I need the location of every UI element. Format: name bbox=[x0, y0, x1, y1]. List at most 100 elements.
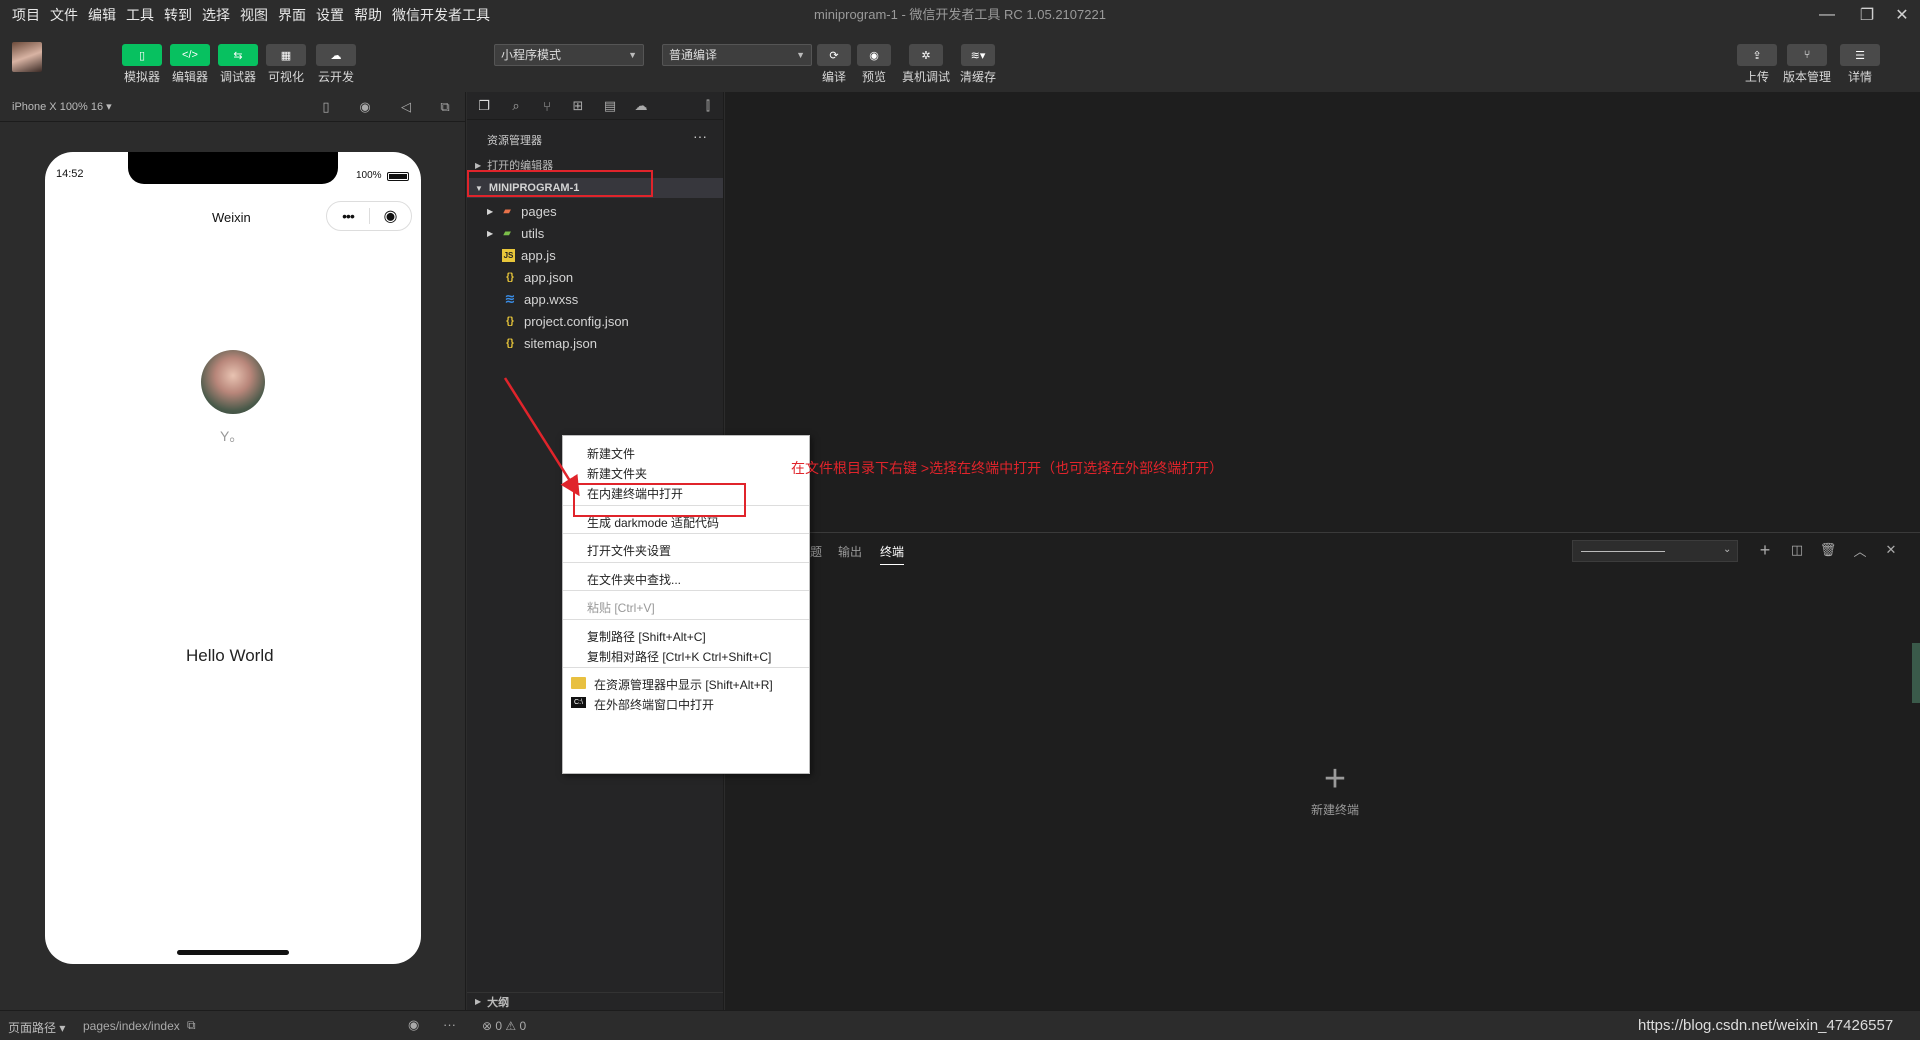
tree-file-appwxss[interactable]: ≋ app.wxss bbox=[467, 288, 723, 310]
annotation-arrow bbox=[503, 377, 580, 497]
menu-goto[interactable]: 转到 bbox=[159, 5, 197, 25]
cloud-label: 云开发 bbox=[317, 70, 354, 84]
tree-file-projectconfig[interactable]: {} project.config.json bbox=[467, 310, 723, 332]
phone-outline-icon[interactable]: ▯ bbox=[318, 98, 334, 116]
upload-button[interactable]: ⇪ 上传 bbox=[1733, 44, 1781, 85]
highlight-project-root bbox=[467, 170, 653, 197]
record-icon[interactable]: ◉ bbox=[357, 98, 373, 116]
phone-screen bbox=[45, 152, 421, 964]
chevron-right-icon: ▶ bbox=[475, 160, 482, 170]
menu-find-in-folder[interactable]: 在文件夹中查找... bbox=[587, 571, 681, 588]
clear-cache-label: 清缓存 bbox=[959, 70, 996, 84]
tree-file-sitemap[interactable]: {} sitemap.json bbox=[467, 332, 723, 354]
files-icon[interactable]: ❐ bbox=[475, 97, 493, 115]
tree-file-appjs[interactable]: JS app.js bbox=[467, 244, 723, 266]
device-select[interactable]: iPhone X 100% 16 ▾ bbox=[12, 100, 112, 113]
simulator-button[interactable]: ▯ 模拟器 bbox=[118, 44, 166, 85]
window-icon[interactable]: ⧉ bbox=[437, 98, 453, 116]
refresh-icon: ⟳ bbox=[817, 44, 851, 66]
menu-edit[interactable]: 编辑 bbox=[83, 5, 121, 25]
close-mini-icon[interactable]: ◉ bbox=[370, 206, 411, 226]
more-icon[interactable]: ··· bbox=[443, 1017, 456, 1032]
tab-problems[interactable]: 题 bbox=[810, 543, 822, 560]
menu-reveal-in-explorer[interactable]: 在资源管理器中显示 [Shift+Alt+R] bbox=[594, 676, 773, 693]
menu-file[interactable]: 文件 bbox=[45, 5, 83, 25]
close-panel-icon[interactable]: ✕ bbox=[1882, 541, 1900, 559]
clear-cache-button[interactable]: ≋▾ 清缓存 bbox=[954, 44, 1002, 85]
chevron-right-icon: ▶ bbox=[475, 997, 482, 1006]
eye-icon[interactable]: ◉ bbox=[408, 1017, 419, 1033]
menu-copy-path[interactable]: 复制路径 [Shift+Alt+C] bbox=[587, 628, 706, 645]
debugger-button[interactable]: ⇆ 调试器 bbox=[214, 44, 262, 85]
avatar[interactable] bbox=[12, 42, 42, 72]
capsule-menu: ••• ◉ bbox=[326, 201, 412, 231]
scrollbar-thumb[interactable] bbox=[1912, 643, 1920, 703]
menu-settings[interactable]: 设置 bbox=[311, 5, 349, 25]
tree-file-appjson[interactable]: {} app.json bbox=[467, 266, 723, 288]
explorer-title: 资源管理器 bbox=[487, 135, 542, 147]
cloud-button[interactable]: ☁ 云开发 bbox=[312, 44, 360, 85]
menu-help[interactable]: 帮助 bbox=[349, 5, 387, 25]
menu-view[interactable]: 视图 bbox=[235, 5, 273, 25]
compile-select[interactable]: 普通编译 ▼ bbox=[662, 44, 812, 66]
json-file-icon: {} bbox=[506, 337, 514, 349]
menu-interface[interactable]: 界面 bbox=[273, 5, 311, 25]
trash-icon[interactable]: 🗑 bbox=[1819, 541, 1837, 559]
new-terminal-button[interactable]: + 新建终端 bbox=[1290, 760, 1380, 818]
hello-text: Hello World bbox=[186, 646, 274, 665]
menu-bar: 项目 文件 编辑 工具 转到 选择 视图 界面 设置 帮助 微信开发者工具 bbox=[0, 0, 1920, 30]
terminal-select[interactable]: ⌄ bbox=[1572, 540, 1738, 562]
preview-button[interactable]: ◉ 预览 bbox=[850, 44, 898, 85]
menu-folder-settings[interactable]: 打开文件夹设置 bbox=[587, 542, 671, 559]
activity-bar: ❐ ⌕ ⑂ ⊞ ▤ ☁ ⫿ bbox=[467, 92, 723, 120]
outline-section[interactable]: ▶ 大纲 bbox=[467, 992, 723, 1010]
extensions-icon[interactable]: ⊞ bbox=[569, 97, 587, 115]
tree-folder-pages[interactable]: ▶ ▰ pages bbox=[467, 200, 723, 222]
menu-devtools[interactable]: 微信开发者工具 bbox=[387, 5, 495, 25]
visual-button[interactable]: ▦ 可视化 bbox=[262, 44, 310, 85]
tree-folder-utils[interactable]: ▶ ▰ utils bbox=[467, 222, 723, 244]
editor-button[interactable]: </> 编辑器 bbox=[166, 44, 214, 85]
mode-select[interactable]: 小程序模式 ▼ bbox=[494, 44, 644, 66]
menu-tools[interactable]: 工具 bbox=[121, 5, 159, 25]
problems-count[interactable]: ⊗ 0 ⚠ 0 bbox=[482, 1019, 526, 1033]
annotation-text: 在文件根目录下右键 >选择在终端中打开（也可选择在外部终端打开） bbox=[791, 460, 1224, 476]
page-path-select[interactable]: 页面路径 ▾ bbox=[8, 1019, 65, 1036]
mode-select-value: 小程序模式 bbox=[501, 48, 562, 62]
details-button[interactable]: ☰ 详情 bbox=[1836, 44, 1884, 85]
simulator-label: 模拟器 bbox=[123, 70, 160, 84]
console-icon: C:\ bbox=[571, 697, 586, 708]
menu-select[interactable]: 选择 bbox=[197, 5, 235, 25]
docker-icon[interactable]: ☁ bbox=[632, 97, 650, 115]
close-icon[interactable]: ✕ bbox=[1880, 0, 1920, 30]
menu-new-file[interactable]: 新建文件 bbox=[587, 445, 635, 462]
remote-debug-button[interactable]: ✲ 真机调试 bbox=[902, 44, 950, 85]
git-icon[interactable]: ⑂ bbox=[538, 97, 556, 115]
version-button[interactable]: ⑂ 版本管理 bbox=[1783, 44, 1831, 85]
cloud-icon: ☁ bbox=[316, 44, 356, 66]
plus-icon[interactable]: + bbox=[1756, 540, 1774, 560]
more-icon[interactable]: ••• bbox=[327, 208, 369, 224]
menu-project[interactable]: 项目 bbox=[0, 5, 45, 25]
panel-icon[interactable]: ▤ bbox=[601, 97, 619, 115]
tab-output[interactable]: 输出 bbox=[838, 543, 862, 560]
phone-icon: ▯ bbox=[122, 44, 162, 66]
copy-icon[interactable]: ⧉ bbox=[187, 1018, 196, 1033]
split-icon[interactable]: ⫿ bbox=[699, 97, 717, 115]
menu-new-folder[interactable]: 新建文件夹 bbox=[587, 465, 647, 482]
volume-icon[interactable]: ◁ bbox=[398, 98, 414, 116]
menu-copy-relative-path[interactable]: 复制相对路径 [Ctrl+K Ctrl+Shift+C] bbox=[587, 648, 771, 665]
more-icon[interactable]: ··· bbox=[693, 128, 707, 144]
menu-icon: ☰ bbox=[1840, 44, 1880, 66]
menu-paste[interactable]: 粘贴 [Ctrl+V] bbox=[587, 599, 655, 616]
menu-open-external-terminal[interactable]: 在外部终端窗口中打开 bbox=[594, 696, 714, 713]
split-terminal-icon[interactable]: ◫ bbox=[1788, 541, 1806, 559]
minimize-icon[interactable]: — bbox=[1805, 0, 1849, 30]
search-icon[interactable]: ⌕ bbox=[507, 97, 525, 115]
tree-label: app.json bbox=[524, 269, 574, 285]
chevron-right-icon: ▶ bbox=[487, 228, 494, 238]
chevron-up-icon[interactable]: ︿ bbox=[1851, 541, 1869, 559]
tab-terminal[interactable]: 终端 bbox=[880, 543, 905, 565]
version-label: 版本管理 bbox=[1783, 70, 1832, 84]
user-avatar[interactable] bbox=[201, 350, 265, 414]
